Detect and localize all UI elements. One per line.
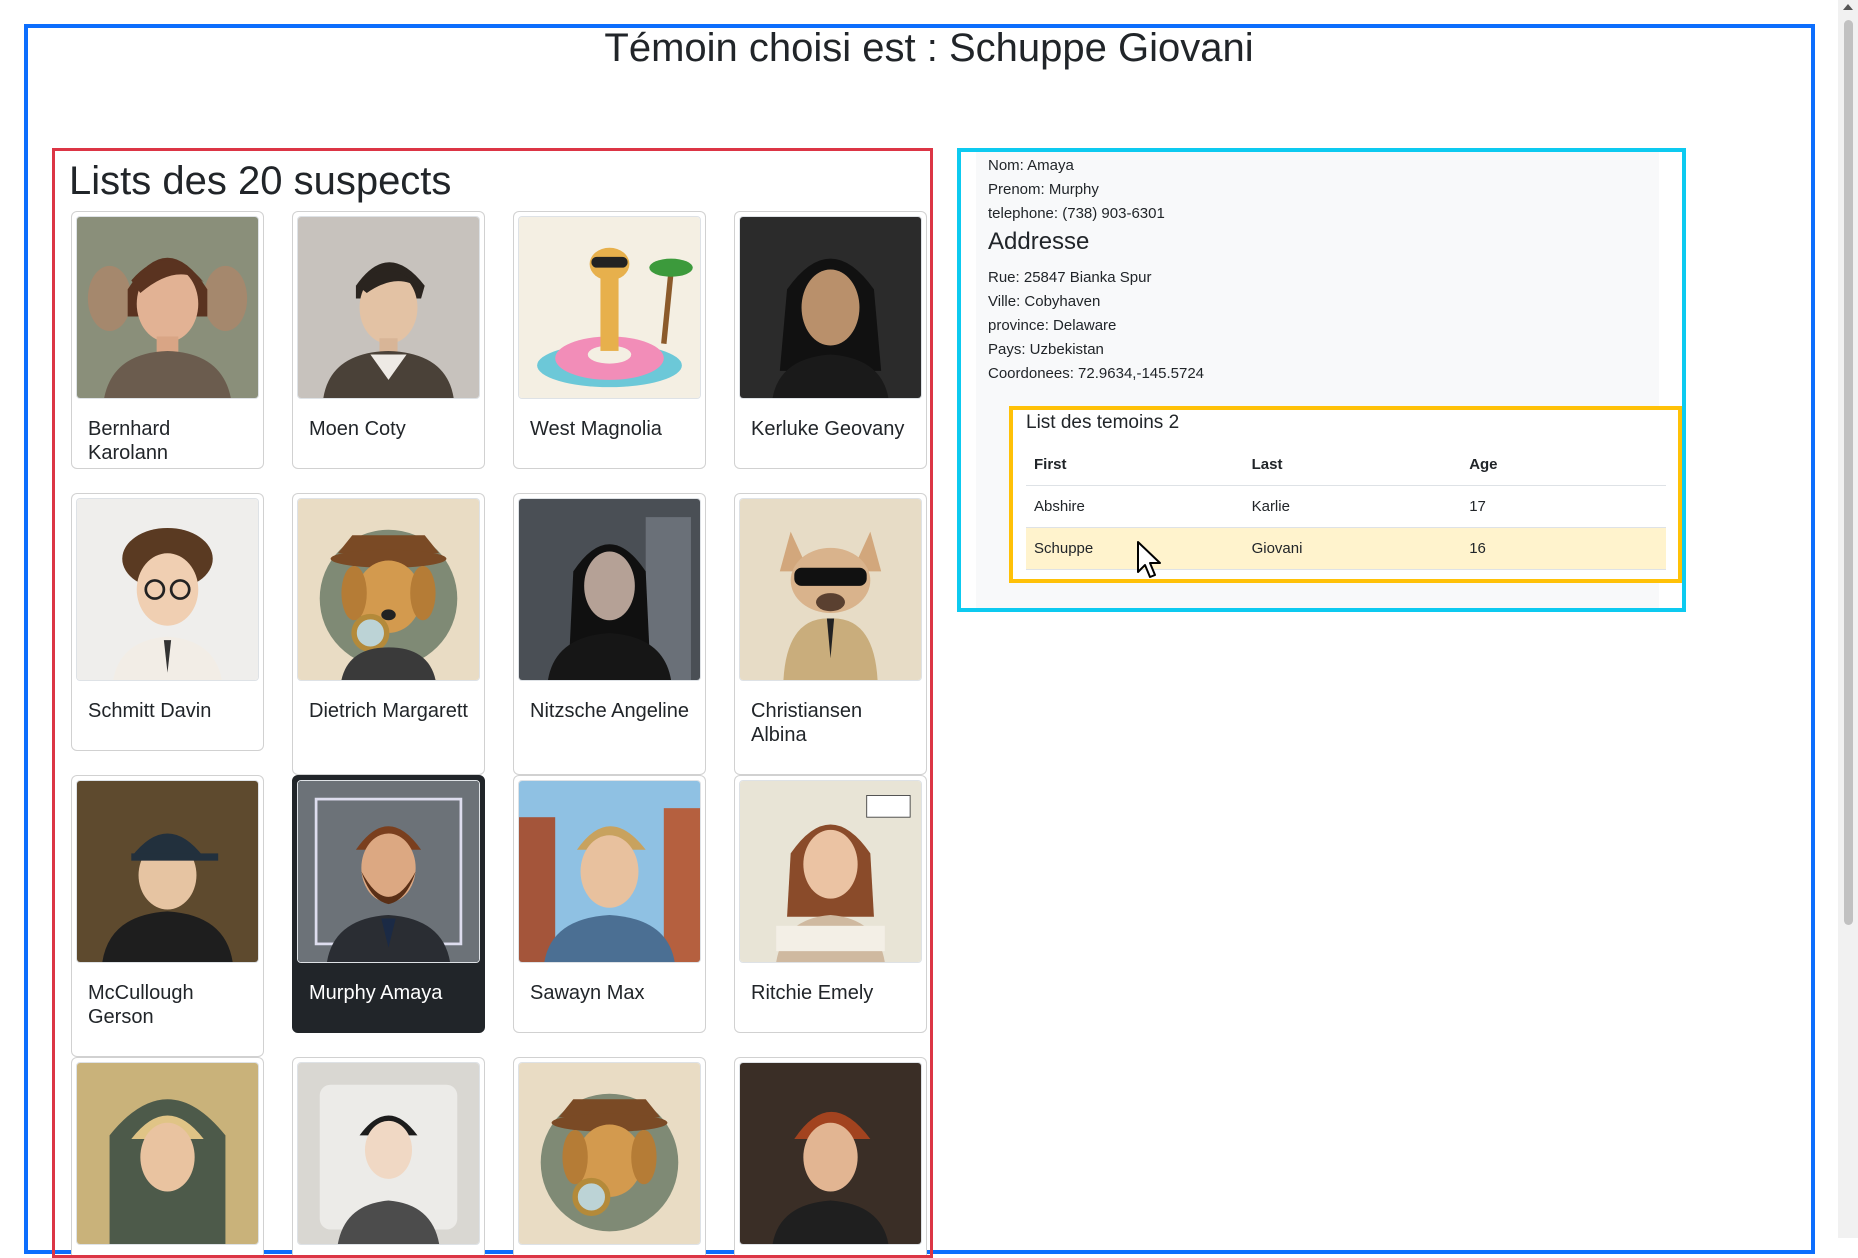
suspect-card[interactable]: Christiansen Albina <box>734 493 927 775</box>
portrait-bearded-man-suit-icon <box>297 780 480 963</box>
col-last: Last <box>1243 444 1462 486</box>
col-age: Age <box>1461 444 1666 486</box>
cell-first: Schuppe <box>1026 527 1244 570</box>
suspect-card[interactable] <box>734 1057 927 1255</box>
detective-dog-magnifier-icon <box>518 1062 701 1245</box>
witness-telephone: telephone: (738) 903-6301 <box>988 205 1165 222</box>
mouse-cursor-icon <box>1137 541 1161 578</box>
page-title: Témoin choisi est : Schuppe Giovani <box>604 26 1254 70</box>
suspect-name: Murphy Amaya <box>309 982 443 1004</box>
portrait-blond-man-street-icon <box>518 780 701 963</box>
cell-last: Giovani <box>1243 527 1462 570</box>
witness-prenom: Prenom: Murphy <box>988 181 1099 198</box>
suspect-card-selected[interactable]: Murphy Amaya <box>292 775 485 1033</box>
portrait-man-dark-coat-icon <box>518 498 701 681</box>
suspect-card[interactable]: Moen Coty <box>292 211 485 469</box>
scrollbar-thumb[interactable] <box>1844 20 1853 925</box>
portrait-red-hair-man-icon <box>739 1062 922 1245</box>
portrait-woman-brown-hair-icon <box>76 216 259 399</box>
suspect-card[interactable]: Ritchie Emely <box>734 775 927 1033</box>
suspect-card[interactable]: Kerluke Geovany <box>734 211 927 469</box>
suspect-name <box>735 1245 926 1255</box>
suspect-card[interactable]: Sawayn Max <box>513 775 706 1033</box>
address-province: province: Delaware <box>988 317 1117 334</box>
address-heading: Addresse <box>988 228 1090 255</box>
suspect-name: West Magnolia <box>530 418 662 440</box>
suspect-name: Bernhard Karolann <box>88 418 171 464</box>
suspect-card[interactable]: Schmitt Davin <box>71 493 264 751</box>
suspect-name: Kerluke Geovany <box>751 418 905 440</box>
detective-dog-magnifier-icon <box>297 498 480 681</box>
suspect-card[interactable]: Bernhard Karolann <box>71 211 264 469</box>
table-row-selected[interactable]: Schuppe Giovani 16 <box>1026 527 1666 570</box>
suspect-name: Dietrich Margarett <box>309 700 468 722</box>
portrait-man-long-black-hair-icon <box>739 216 922 399</box>
vertical-scrollbar[interactable] <box>1838 0 1858 1238</box>
cell-last: Karlie <box>1243 485 1462 528</box>
portrait-faceless-black-hair-icon <box>297 1062 480 1245</box>
suspect-name: Christiansen Albina <box>751 700 863 746</box>
suspect-card[interactable]: West Magnolia <box>513 211 706 469</box>
suspect-card[interactable]: Dietrich Margarett <box>292 493 485 775</box>
suspect-name: Sawayn Max <box>530 982 645 1004</box>
suspect-card[interactable]: McCullough Gerson <box>71 775 264 1057</box>
suspect-card[interactable] <box>513 1057 706 1255</box>
address-coords: Coordonees: 72.9634,-145.5724 <box>988 365 1205 382</box>
suspect-card[interactable] <box>292 1057 485 1255</box>
cell-age: 17 <box>1461 485 1666 528</box>
suspect-name: McCullough Gerson <box>88 982 194 1028</box>
address-rue: Rue: 25847 Bianka Spur <box>988 269 1152 286</box>
witness-list: List des temoins 2 First Last Age Abshir… <box>1009 406 1682 583</box>
cell-age: 16 <box>1461 527 1666 570</box>
giraffe-donut-float-icon <box>518 216 701 399</box>
col-first: First <box>1026 444 1244 486</box>
portrait-boy-cap-icon <box>76 780 259 963</box>
suspect-name <box>514 1245 705 1255</box>
suspect-name <box>72 1245 263 1255</box>
portrait-blonde-hood-icon <box>76 1062 259 1245</box>
suspects-title: Lists des 20 suspects <box>69 159 452 203</box>
portrait-woman-auburn-hair-icon <box>739 780 922 963</box>
portrait-curly-boy-glasses-icon <box>76 498 259 681</box>
cell-first: Abshire <box>1026 485 1244 528</box>
address-ville: Ville: Cobyhaven <box>988 293 1101 310</box>
suspect-name: Nitzsche Angeline <box>530 700 689 722</box>
address-pays: Pays: Uzbekistan <box>988 341 1104 358</box>
scroll-up-arrow-icon[interactable] <box>1843 4 1853 10</box>
suspect-name: Ritchie Emely <box>751 982 874 1004</box>
witness-nom: Nom: Amaya <box>988 157 1074 174</box>
suspect-name: Schmitt Davin <box>88 700 212 722</box>
table-row[interactable]: Abshire Karlie 17 <box>1026 485 1666 528</box>
suspect-card[interactable]: Nitzsche Angeline <box>513 493 706 775</box>
table-header-row: First Last Age <box>1026 444 1666 486</box>
suspect-card[interactable] <box>71 1057 264 1255</box>
witness-list-title: List des temoins 2 <box>1026 412 1180 433</box>
suspects-panel: Lists des 20 suspects Bernhard Karolann … <box>52 148 933 1258</box>
witness-table: First Last Age Abshire Karlie 17 Schuppe… <box>1026 444 1666 570</box>
suspect-name: Moen Coty <box>309 418 406 440</box>
portrait-young-man-hoodie-icon <box>297 216 480 399</box>
french-bulldog-sunglasses-icon <box>739 498 922 681</box>
suspect-name <box>293 1245 484 1255</box>
